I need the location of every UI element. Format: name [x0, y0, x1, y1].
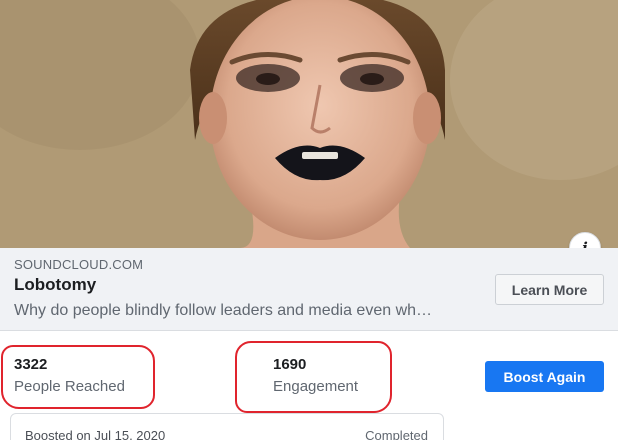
link-domain: SOUNDCLOUD.COM — [14, 257, 144, 272]
learn-more-button[interactable]: Learn More — [495, 274, 604, 305]
link-title: Lobotomy — [14, 275, 97, 294]
boost-history-card[interactable]: Boosted on Jul 15, 2020 Completed — [10, 413, 444, 440]
boost-again-button[interactable]: Boost Again — [485, 361, 604, 392]
ad-image-portrait — [0, 0, 618, 248]
boost-date: Boosted on Jul 15, 2020 — [25, 428, 166, 440]
boost-status: Completed — [365, 428, 428, 440]
ad-image[interactable] — [0, 0, 618, 248]
annotation-circle-engagement — [235, 341, 392, 413]
link-preview[interactable]: SOUNDCLOUD.COM Lobotomy Why do people bl… — [0, 248, 618, 331]
annotation-circle-people-reached — [1, 345, 155, 409]
link-description: Why do people blindly follow leaders and… — [14, 302, 433, 319]
